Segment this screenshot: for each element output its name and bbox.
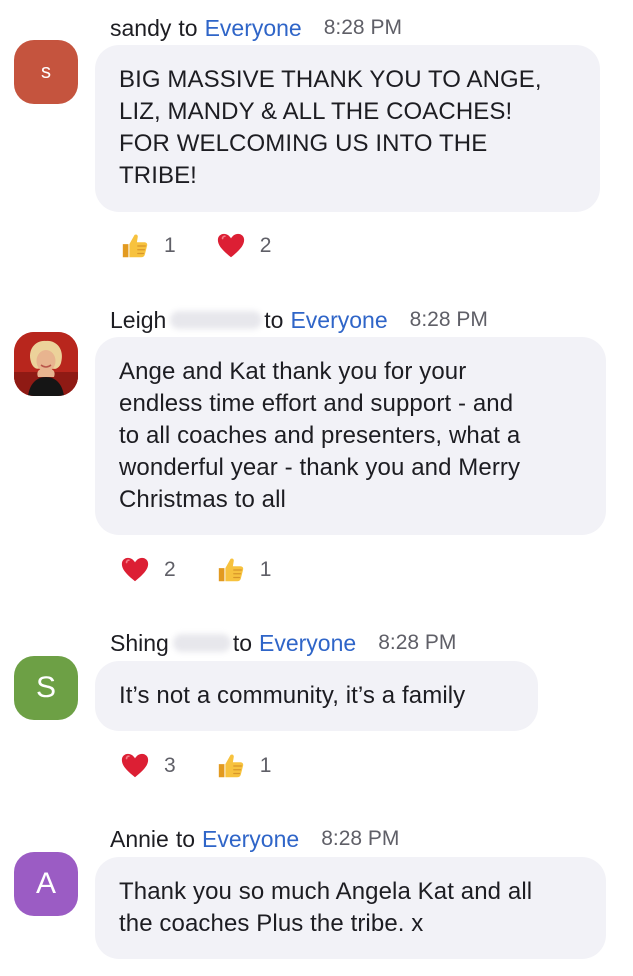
- recipient-link[interactable]: Everyone: [202, 826, 299, 853]
- reaction-heart[interactable]: 2: [216, 231, 272, 261]
- message-line: Ange and Kat thank you for your: [119, 358, 467, 385]
- avatar[interactable]: s: [14, 40, 78, 104]
- avatar-photo[interactable]: [14, 332, 78, 396]
- reaction-count: 1: [164, 234, 176, 257]
- reaction-thumbs-up[interactable]: 1: [120, 231, 176, 261]
- to-label: to: [178, 14, 198, 41]
- avatar[interactable]: S: [14, 656, 78, 720]
- message-line: endless time effort and support - and: [119, 390, 514, 417]
- message-line: Christmas to all: [119, 486, 286, 513]
- thumbs-up-icon: [216, 555, 246, 585]
- reaction-count: 2: [259, 234, 272, 257]
- reactions-bar: 3 1: [120, 748, 311, 784]
- avatar-initial: S: [35, 671, 56, 704]
- message-bubble[interactable]: Thank you so much Angela Kat and all the…: [95, 857, 606, 959]
- reaction-count: 1: [259, 754, 272, 777]
- redacted-surname: [170, 311, 263, 329]
- message-header: Leigh to Everyone 8:28 PM: [110, 305, 488, 335]
- reactions-bar: 1 2: [120, 228, 311, 264]
- timestamp: 8:28 PM: [321, 827, 400, 850]
- sender-name: Annie: [110, 825, 169, 852]
- message-line: TRIBE!: [119, 162, 197, 189]
- profile-photo-icon: [14, 332, 78, 396]
- redacted-surname: [172, 634, 231, 652]
- timestamp: 8:28 PM: [378, 631, 457, 654]
- thumbs-up-icon: [216, 751, 246, 781]
- message-line: It’s not a community, it’s a family: [119, 682, 466, 709]
- avatar[interactable]: A: [14, 852, 78, 916]
- message-line: LIZ, MANDY & ALL THE COACHES!: [119, 98, 513, 125]
- recipient-link[interactable]: Everyone: [205, 15, 302, 42]
- reaction-heart[interactable]: 3: [120, 751, 176, 781]
- message-bubble[interactable]: Ange and Kat thank you for your endless …: [95, 337, 606, 535]
- sender-name: sandy: [110, 14, 172, 41]
- reaction-count: 2: [164, 558, 176, 581]
- thumbs-up-icon: [120, 231, 150, 261]
- reaction-count: 3: [164, 754, 176, 777]
- timestamp: 8:28 PM: [409, 308, 488, 331]
- message-bubble[interactable]: It’s not a community, it’s a family: [95, 661, 538, 731]
- message-line: FOR WELCOMING US INTO THE: [119, 130, 488, 157]
- message-header: Shing to Everyone 8:28 PM: [110, 628, 456, 658]
- message-bubble[interactable]: BIG MASSIVE THANK YOU TO ANGE, LIZ, MAND…: [95, 45, 600, 212]
- heart-icon: [120, 751, 150, 781]
- reaction-count: 1: [259, 558, 272, 581]
- reaction-thumbs-up[interactable]: 1: [216, 555, 272, 585]
- reactions-bar: 2 1: [120, 552, 311, 588]
- heart-icon: [120, 555, 150, 585]
- message-header: sandy to Everyone 8:28 PM: [110, 13, 402, 43]
- message-header: Annie to Everyone 8:28 PM: [110, 824, 399, 854]
- heart-icon: [216, 231, 246, 261]
- message-line: BIG MASSIVE THANK YOU TO ANGE,: [119, 66, 542, 93]
- recipient-link[interactable]: Everyone: [259, 630, 356, 657]
- message-line: wonderful year - thank you and Merry: [119, 454, 521, 481]
- to-label: to: [232, 629, 253, 656]
- avatar-initial: s: [41, 60, 51, 83]
- sender-name: Shing: [110, 629, 169, 656]
- to-label: to: [175, 825, 196, 852]
- message-line: Thank you so much Angela Kat and all: [119, 878, 533, 905]
- to-label: to: [264, 306, 284, 333]
- sender-name: Leigh: [110, 306, 167, 333]
- recipient-link[interactable]: Everyone: [290, 307, 387, 334]
- reaction-thumbs-up[interactable]: 1: [216, 751, 272, 781]
- avatar-initial: A: [35, 867, 56, 900]
- timestamp: 8:28 PM: [323, 16, 402, 39]
- message-line: to all coaches and presenters, what a: [119, 422, 521, 449]
- reaction-heart[interactable]: 2: [120, 555, 176, 585]
- message-line: the coaches Plus the tribe. x: [119, 910, 424, 937]
